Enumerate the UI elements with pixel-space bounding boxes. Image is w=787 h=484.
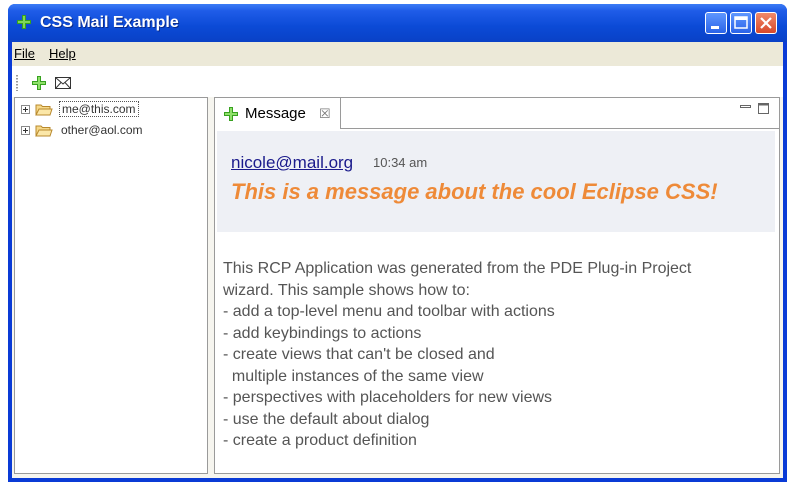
body-line: This RCP Application was generated from … [223,260,692,277]
maximize-button[interactable] [730,12,752,34]
window-title: CSS Mail Example [40,14,179,31]
menu-file[interactable]: File [14,46,35,61]
view-tabstrip: Message ☒ [215,98,779,129]
folder-icon [35,125,53,137]
title-bar[interactable]: CSS Mail Example [8,4,787,42]
message-subject: This is a message about the cool Eclipse… [231,179,718,204]
tab-message[interactable]: Message ☒ [215,98,341,129]
add-icon[interactable] [30,74,48,92]
body-line: wizard. This sample shows how to: [223,281,470,299]
toolbar [12,67,783,97]
toolbar-grip[interactable] [16,75,18,91]
body-line: multiple instances of the same view [223,367,484,385]
window-client: File Help me@this.com other@aol.com Mess… [12,42,783,478]
app-window: CSS Mail Example File Help me@this.com o… [8,4,787,482]
menu-help[interactable]: Help [49,46,76,61]
body-line: - create a product definition [223,432,417,449]
workbench-area: me@this.com other@aol.com Message ☒ nico… [12,97,783,478]
minimize-view-icon[interactable] [740,103,751,112]
tree-item-label: other@aol.com [61,123,143,137]
body-line: - add keybindings to actions [223,324,422,342]
minimize-icon [711,26,719,29]
message-time: 10:34 am [373,155,428,170]
close-tab-icon[interactable]: ☒ [319,106,331,122]
maximize-view-icon[interactable] [758,103,769,114]
mailbox-navigator: me@this.com other@aol.com [14,97,208,474]
menu-bar: File Help [12,42,783,67]
body-line: - perspectives with placeholders for new… [223,389,553,406]
add-icon [224,107,238,121]
message-header: nicole@mail.org 10:34 am This is a messa… [217,131,775,232]
tab-label: Message [245,105,306,122]
message-body: This RCP Application was generated from … [223,258,783,452]
folder-icon [35,104,53,116]
plus-icon [17,15,31,29]
body-line: - add a top-level menu and toolbar with … [223,303,555,320]
minimize-button[interactable] [705,12,727,34]
close-button[interactable] [755,12,777,34]
expand-icon[interactable] [21,126,30,135]
close-icon [760,17,772,29]
tree-item-label: me@this.com [59,101,139,117]
message-view: Message ☒ nicole@mail.org 10:34 am This … [214,97,780,474]
menu-help-label: Help [49,46,76,61]
body-line: - create views that can't be closed and [223,346,495,363]
sender-link[interactable]: nicole@mail.org [231,153,353,173]
menu-file-label: File [14,46,35,61]
expand-icon[interactable] [21,105,30,114]
tab-divider [340,128,779,129]
envelope-icon[interactable] [54,74,72,92]
body-line: - use the default about dialog [223,410,430,428]
maximize-icon [734,16,748,29]
